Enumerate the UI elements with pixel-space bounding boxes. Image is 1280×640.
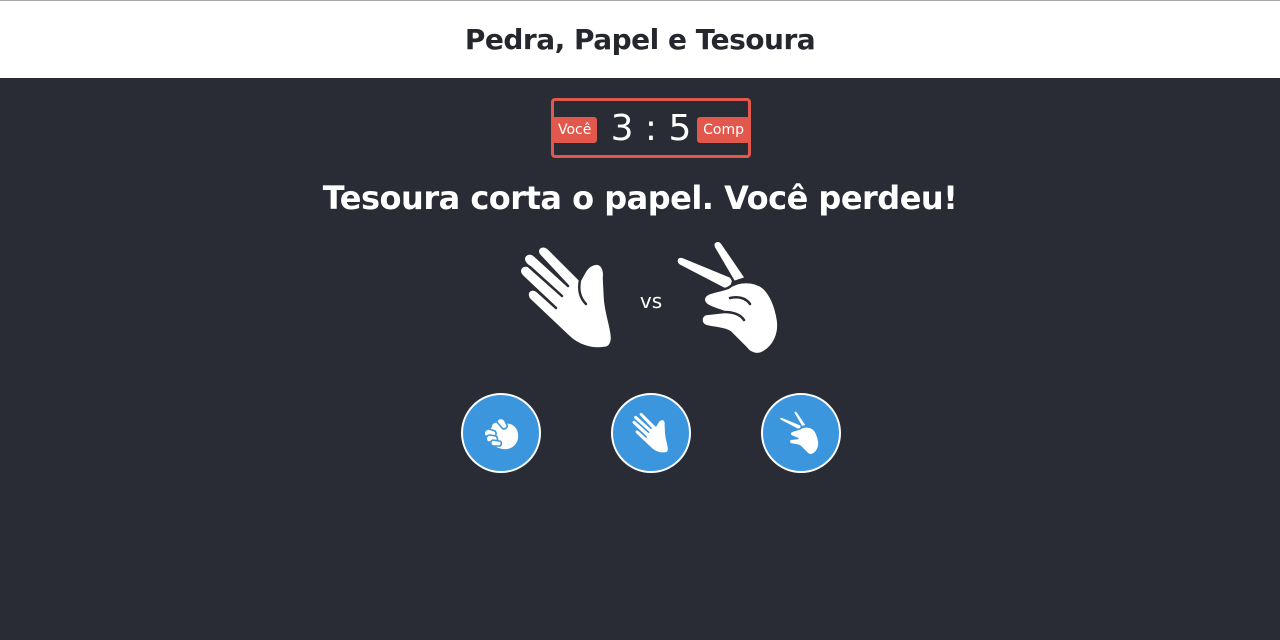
computer-label-badge: Comp [697,117,750,143]
page-title: Pedra, Papel e Tesoura [464,23,816,56]
user-choice-paper-hand-icon [508,238,628,358]
computer-score: 5 [668,108,692,149]
versus-label: vs [639,289,663,313]
scissors-hand-icon [778,410,820,456]
user-score: 3 [610,108,634,149]
scoreboard: Você 3 : 5 Comp [551,98,751,158]
rock-fist-icon [483,417,520,451]
result-message: Tesoura corta o papel. Você perdeu! [322,179,958,217]
app-header: Pedra, Papel e Tesoura [0,1,1280,78]
paper-hand-icon [630,411,670,454]
score-separator: : [644,108,658,149]
computer-choice-scissors-hand-icon [672,236,792,360]
choice-scissors-button[interactable] [761,393,841,473]
choice-rock-button[interactable] [461,393,541,473]
choice-paper-button[interactable] [611,393,691,473]
